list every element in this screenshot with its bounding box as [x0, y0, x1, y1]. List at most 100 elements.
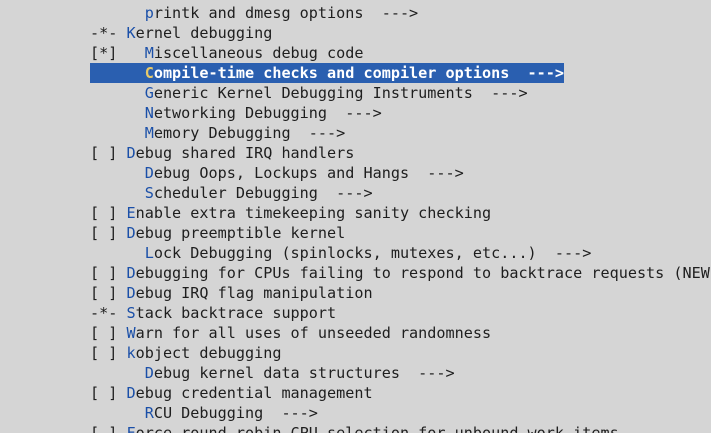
- menu-item-prefix[interactable]: [ ]: [90, 284, 126, 302]
- menu-item-label: CU Debugging --->: [153, 404, 318, 422]
- menu-item-text: Debug kernel data structures --->: [90, 363, 455, 383]
- menu-item-prefix[interactable]: [90, 124, 145, 142]
- menu-item-prefix[interactable]: [ ]: [90, 324, 126, 342]
- menu-item-label: ebug IRQ flag manipulation: [135, 284, 373, 302]
- menu-item[interactable]: [ ] Debug IRQ flag manipulation: [0, 283, 711, 303]
- menu-item-prefix[interactable]: [90, 364, 145, 382]
- menu-item-label: ebug kernel data structures --->: [153, 364, 455, 382]
- menu-item-label: ock Debugging (spinlocks, mutexes, etc..…: [153, 244, 592, 262]
- menu-item-label: iscellaneous debug code: [153, 44, 364, 62]
- menu-item-text: [ ] Force round-robin CPU selection for …: [90, 423, 619, 433]
- menu-item-hotkey: k: [126, 344, 136, 362]
- menu-item[interactable]: Compile-time checks and compiler options…: [0, 63, 711, 83]
- menu-item[interactable]: [ ] kobject debugging: [0, 343, 711, 363]
- menu-item-text: [ ] Enable extra timekeeping sanity chec…: [90, 203, 491, 223]
- menu-item-label: tack backtrace support: [135, 304, 337, 322]
- menu-item-hotkey: K: [126, 24, 136, 42]
- menu-item-hotkey: M: [144, 124, 154, 142]
- menu-item-hotkey: D: [144, 364, 154, 382]
- menu-item-prefix[interactable]: -*-: [90, 24, 126, 42]
- menu-item-label: ebugging for CPUs failing to respond to …: [135, 264, 711, 282]
- menu-item-prefix[interactable]: [ ]: [90, 204, 126, 222]
- menu-item-prefix[interactable]: [90, 184, 145, 202]
- menu-item-text: RCU Debugging --->: [90, 403, 318, 423]
- menu-item-hotkey: N: [144, 104, 154, 122]
- menu-item-text: [ ] Debug preemptible kernel: [90, 223, 345, 243]
- menu-item-label: nable extra timekeeping sanity checking: [135, 204, 492, 222]
- menu-item[interactable]: [*] Miscellaneous debug code: [0, 43, 711, 63]
- kconfig-menu: printk and dmesg options ---> -*- Kernel …: [0, 3, 711, 433]
- menu-item[interactable]: [ ] Debug preemptible kernel: [0, 223, 711, 243]
- menu-item-hotkey: W: [126, 324, 136, 342]
- menu-item-prefix[interactable]: [90, 104, 145, 122]
- menu-item-prefix[interactable]: [ ]: [90, 224, 126, 242]
- menu-item-hotkey: L: [144, 244, 154, 262]
- menu-item-label: arn for all uses of unseeded randomness: [135, 324, 492, 342]
- menu-item-hotkey: D: [126, 264, 136, 282]
- menu-item[interactable]: Networking Debugging --->: [0, 103, 711, 123]
- menu-item-prefix[interactable]: [ ]: [90, 344, 126, 362]
- menu-item-label: ernel debugging: [135, 24, 273, 42]
- menu-item-text: Memory Debugging --->: [90, 123, 346, 143]
- menu-item-text: [ ] Warn for all uses of unseeded random…: [90, 323, 491, 343]
- menu-item[interactable]: [ ] Warn for all uses of unseeded random…: [0, 323, 711, 343]
- menu-item-label: object debugging: [135, 344, 282, 362]
- menu-item-text: Compile-time checks and compiler options…: [90, 63, 565, 83]
- menu-item[interactable]: Generic Kernel Debugging Instruments ---…: [0, 83, 711, 103]
- menu-item-prefix[interactable]: [ ]: [90, 144, 126, 162]
- menu-item-hotkey: D: [144, 164, 154, 182]
- menu-item[interactable]: [ ] Debug shared IRQ handlers: [0, 143, 711, 163]
- menu-item-hotkey: D: [126, 144, 136, 162]
- menu-item[interactable]: [ ] Debug credential management: [0, 383, 711, 403]
- menu-item-label: ebug preemptible kernel: [135, 224, 346, 242]
- menu-item[interactable]: Debug Oops, Lockups and Hangs --->: [0, 163, 711, 183]
- menu-item[interactable]: Lock Debugging (spinlocks, mutexes, etc.…: [0, 243, 711, 263]
- menu-item-prefix[interactable]: [ ]: [90, 384, 126, 402]
- menu-item[interactable]: [ ] Force round-robin CPU selection for …: [0, 423, 711, 433]
- menu-item-text: [ ] Debug shared IRQ handlers: [90, 143, 354, 163]
- menu-item-text: Generic Kernel Debugging Instruments ---…: [90, 83, 528, 103]
- menu-item-hotkey: S: [126, 304, 136, 322]
- menu-item-hotkey: F: [126, 424, 136, 433]
- menu-item-prefix[interactable]: [90, 84, 145, 102]
- menu-item[interactable]: -*- Stack backtrace support: [0, 303, 711, 323]
- menu-item-text: [ ] Debug IRQ flag manipulation: [90, 283, 373, 303]
- menu-item-prefix[interactable]: [ ]: [90, 264, 126, 282]
- menu-item-label: etworking Debugging --->: [153, 104, 382, 122]
- menu-item-hotkey: C: [144, 64, 154, 82]
- menu-item-prefix[interactable]: [90, 244, 145, 262]
- menu-item[interactable]: Memory Debugging --->: [0, 123, 711, 143]
- menu-item[interactable]: RCU Debugging --->: [0, 403, 711, 423]
- menu-item[interactable]: [ ] Debugging for CPUs failing to respon…: [0, 263, 711, 283]
- menu-item-prefix[interactable]: [*]: [90, 44, 145, 62]
- menu-item-hotkey: G: [144, 84, 154, 102]
- menu-item-text: -*- Kernel debugging: [90, 23, 272, 43]
- menu-item[interactable]: Scheduler Debugging --->: [0, 183, 711, 203]
- menu-item-prefix[interactable]: -*-: [90, 304, 126, 322]
- menu-item-label: ebug Oops, Lockups and Hangs --->: [153, 164, 464, 182]
- menu-item[interactable]: [ ] Enable extra timekeeping sanity chec…: [0, 203, 711, 223]
- menu-item-hotkey: D: [126, 384, 136, 402]
- menu-item-label: rintk and dmesg options --->: [153, 4, 419, 22]
- menu-item[interactable]: printk and dmesg options --->: [0, 3, 711, 23]
- menu-item-label: ompile-time checks and compiler options …: [153, 64, 565, 82]
- menu-item[interactable]: -*- Kernel debugging: [0, 23, 711, 43]
- menu-item-prefix[interactable]: [90, 4, 145, 22]
- menu-item-prefix[interactable]: [ ]: [90, 424, 126, 433]
- menu-item-label: eneric Kernel Debugging Instruments --->: [153, 84, 528, 102]
- menu-item-hotkey: S: [144, 184, 154, 202]
- menu-item-text: Networking Debugging --->: [90, 103, 382, 123]
- menu-item-prefix[interactable]: [90, 164, 145, 182]
- menu-item-text: [*] Miscellaneous debug code: [90, 43, 363, 63]
- menu-item-prefix[interactable]: [90, 404, 145, 422]
- menu-item-prefix[interactable]: [90, 64, 145, 82]
- menu-item-hotkey: D: [126, 284, 136, 302]
- menu-item-text: -*- Stack backtrace support: [90, 303, 336, 323]
- menu-item-hotkey: E: [126, 204, 136, 222]
- menu-item-text: Lock Debugging (spinlocks, mutexes, etc.…: [90, 243, 592, 263]
- menu-item-hotkey: M: [144, 44, 154, 62]
- menu-item-hotkey: D: [126, 224, 136, 242]
- menu-item-label: ebug credential management: [135, 384, 373, 402]
- menu-item[interactable]: Debug kernel data structures --->: [0, 363, 711, 383]
- menu-item-text: Scheduler Debugging --->: [90, 183, 373, 203]
